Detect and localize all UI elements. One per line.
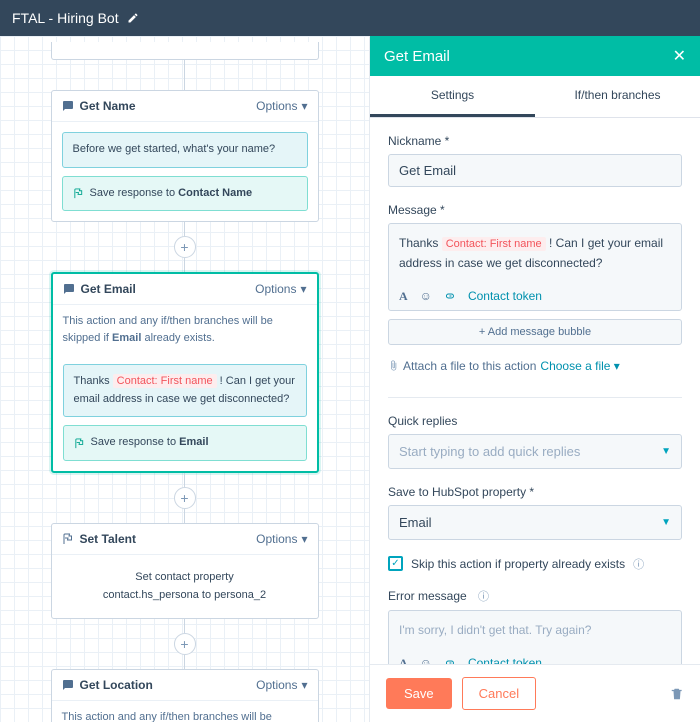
edit-title-icon[interactable]	[127, 12, 139, 24]
panel-footer: Save Cancel	[370, 664, 700, 722]
connector	[184, 258, 185, 272]
connector	[184, 60, 185, 90]
tab-branches[interactable]: If/then branches	[535, 76, 700, 117]
info-icon[interactable]: ⓘ	[633, 556, 644, 572]
add-step-button[interactable]: +	[174, 236, 196, 258]
flow-canvas[interactable]: Get Name Options▾ Before we get started,…	[0, 36, 369, 722]
divider	[388, 397, 682, 398]
save-property-select[interactable]: Email▼	[388, 505, 682, 540]
page-title: FTAL - Hiring Bot	[12, 10, 119, 26]
save-button[interactable]: Save	[386, 678, 452, 709]
contact-token-button[interactable]: Contact token	[468, 656, 542, 664]
node-title: Get Name	[80, 99, 136, 113]
link-icon[interactable]	[444, 657, 456, 664]
node-get-email[interactable]: Get Email Options▾ This action and any i…	[51, 272, 319, 473]
node-options[interactable]: Options▾	[256, 99, 307, 113]
contact-token: Contact: First name	[113, 374, 217, 388]
chat-icon	[63, 283, 75, 295]
attach-row: Attach a file to this action Choose a fi…	[388, 359, 682, 373]
node-get-location[interactable]: Get Location Options▾ This action and an…	[51, 669, 319, 722]
cancel-button[interactable]: Cancel	[462, 677, 536, 710]
contact-token-button[interactable]: Contact token	[468, 289, 542, 303]
flag-icon	[74, 438, 85, 449]
connector	[184, 655, 185, 669]
skip-checkbox[interactable]: ✓	[388, 556, 403, 571]
flag-icon	[73, 188, 84, 199]
close-icon[interactable]: ✕	[673, 46, 686, 66]
tab-settings[interactable]: Settings	[370, 76, 535, 117]
node-options[interactable]: Options▾	[256, 678, 307, 692]
nickname-input[interactable]	[388, 154, 682, 187]
chevron-down-icon: ▾	[300, 282, 306, 296]
node-set-talent[interactable]: Set Talent Options▾ Set contact property…	[51, 523, 319, 619]
message-bubble: Before we get started, what's your name?	[62, 132, 308, 168]
skip-label: Skip this action if property already exi…	[411, 557, 625, 571]
contact-token: Contact: First name	[442, 237, 546, 251]
skip-note: This action and any if/then branches wil…	[53, 305, 317, 354]
set-property-body: Set contact property contact.hs_persona …	[52, 555, 318, 618]
delete-icon[interactable]	[670, 687, 684, 701]
save-response-row: Save response to Contact Name	[62, 176, 308, 212]
node-title: Get Location	[80, 678, 153, 692]
chevron-down-icon: ▾	[301, 99, 307, 113]
panel-tabs: Settings If/then branches	[370, 76, 700, 118]
nickname-label: Nickname *	[388, 134, 682, 148]
info-icon[interactable]: ⓘ	[478, 588, 489, 604]
emoji-icon[interactable]: ☺	[420, 656, 432, 664]
chevron-down-icon: ▾	[301, 532, 307, 546]
chevron-down-icon: ▼	[661, 446, 671, 457]
node-title: Get Email	[81, 282, 136, 296]
emoji-icon[interactable]: ☺	[420, 289, 432, 303]
quick-replies-select[interactable]: Start typing to add quick replies▼	[388, 434, 682, 469]
node-options[interactable]: Options▾	[255, 282, 306, 296]
font-tool-icon[interactable]: A	[399, 656, 408, 664]
add-step-button[interactable]: +	[174, 633, 196, 655]
node-get-name[interactable]: Get Name Options▾ Before we get started,…	[51, 90, 319, 222]
flag-icon	[62, 533, 74, 545]
message-bubble: Thanks Contact: First name ! Can I get y…	[63, 364, 307, 417]
save-property-label: Save to HubSpot property *	[388, 485, 682, 499]
connector	[184, 222, 185, 236]
message-label: Message *	[388, 203, 682, 217]
error-editor[interactable]: I'm sorry, I didn't get that. Try again?…	[388, 610, 682, 664]
connector	[184, 509, 185, 523]
node-title: Set Talent	[80, 532, 136, 546]
message-editor[interactable]: Thanks Contact: First name ! Can I get y…	[388, 223, 682, 311]
connector	[184, 619, 185, 633]
panel-header: Get Email ✕	[370, 36, 700, 76]
node-stub	[51, 42, 319, 60]
save-response-row: Save response to Email	[63, 425, 307, 461]
chevron-down-icon: ▾	[301, 678, 307, 692]
connector	[184, 473, 185, 487]
node-options[interactable]: Options▾	[256, 532, 307, 546]
side-panel: Get Email ✕ Settings If/then branches Ni…	[369, 36, 700, 722]
link-icon[interactable]	[444, 290, 456, 302]
chevron-down-icon: ▼	[661, 517, 671, 528]
chat-icon	[62, 100, 74, 112]
chat-icon	[62, 679, 74, 691]
top-bar: FTAL - Hiring Bot	[0, 0, 700, 36]
add-message-bubble-button[interactable]: + Add message bubble	[388, 319, 682, 345]
attachment-icon	[388, 360, 399, 371]
skip-note: This action and any if/then branches wil…	[52, 701, 318, 722]
choose-file-link[interactable]: Choose a file ▾	[540, 359, 619, 373]
panel-title: Get Email	[384, 48, 450, 65]
font-tool-icon[interactable]: A	[399, 289, 408, 304]
quick-replies-label: Quick replies	[388, 414, 682, 428]
add-step-button[interactable]: +	[174, 487, 196, 509]
error-label: Error message ⓘ	[388, 588, 682, 604]
